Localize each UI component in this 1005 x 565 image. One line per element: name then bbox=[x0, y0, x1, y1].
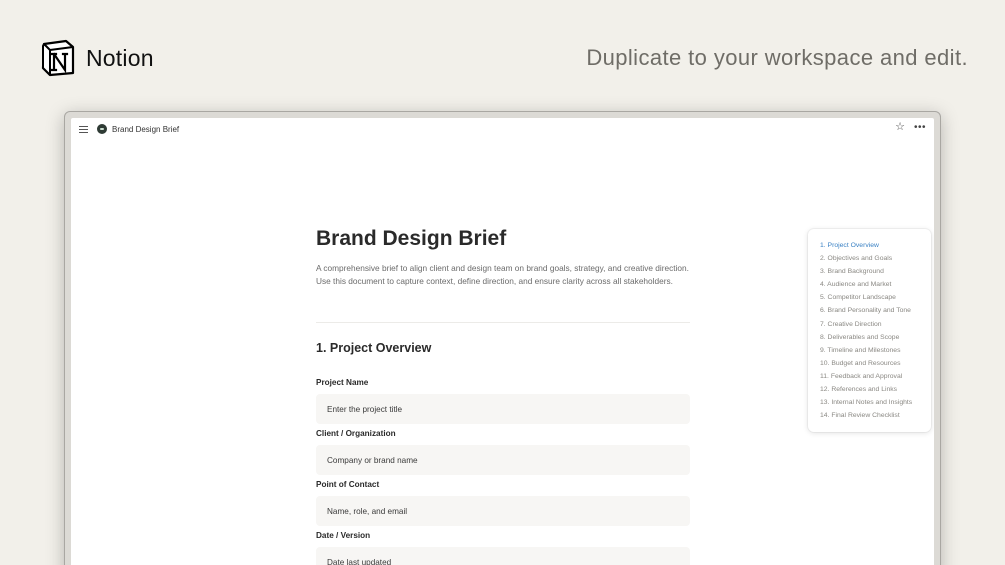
toc-item[interactable]: 13. Internal Notes and Insights bbox=[820, 396, 931, 409]
section-heading[interactable]: 1. Project Overview bbox=[316, 341, 431, 355]
toc-item[interactable]: 12. References and Links bbox=[820, 383, 931, 396]
more-icon[interactable]: ••• bbox=[914, 122, 926, 133]
toc-item[interactable]: 5. Competitor Landscape bbox=[820, 291, 931, 304]
toc-item[interactable]: 14. Final Review Checklist bbox=[820, 409, 931, 422]
page-title[interactable]: Brand Design Brief bbox=[316, 227, 506, 251]
date-field[interactable]: Date last updated bbox=[316, 547, 690, 565]
toc-item[interactable]: 1. Project Overview bbox=[820, 239, 931, 252]
toc-item[interactable]: 3. Brand Background bbox=[820, 265, 931, 278]
toc-item[interactable]: 10. Budget and Resources bbox=[820, 357, 931, 370]
project-name-field[interactable]: Enter the project title bbox=[316, 394, 690, 424]
toc-item[interactable]: 9. Timeline and Milestones bbox=[820, 344, 931, 357]
toc-item[interactable]: 8. Deliverables and Scope bbox=[820, 331, 931, 344]
star-icon[interactable]: ☆ bbox=[895, 122, 905, 133]
breadcrumb[interactable]: Brand Design Brief bbox=[112, 125, 179, 134]
toc-item[interactable]: 6. Brand Personality and Tone bbox=[820, 304, 931, 317]
tagline: Duplicate to your workspace and edit. bbox=[586, 45, 968, 70]
field-label-contact: Point of Contact bbox=[316, 480, 380, 489]
field-label-project-name: Project Name bbox=[316, 378, 369, 387]
field-label-date: Date / Version bbox=[316, 531, 371, 540]
toc-item[interactable]: 2. Objectives and Goals bbox=[820, 252, 931, 265]
menu-icon[interactable] bbox=[79, 125, 88, 133]
topbar: Brand Design Brief ☆ ••• bbox=[71, 118, 934, 140]
contact-field[interactable]: Name, role, and email bbox=[316, 496, 690, 526]
brand: Notion bbox=[38, 38, 154, 78]
toc-item[interactable]: 11. Feedback and Approval bbox=[820, 370, 931, 383]
app-window: Brand Design Brief ☆ ••• Brand Design Br… bbox=[64, 111, 941, 565]
toc-item[interactable]: 7. Creative Direction bbox=[820, 318, 931, 331]
notion-page: Brand Design Brief ☆ ••• Brand Design Br… bbox=[71, 118, 934, 565]
field-label-client: Client / Organization bbox=[316, 429, 396, 438]
table-of-contents: 1. Project Overview 2. Objectives and Go… bbox=[808, 229, 931, 433]
topbar-actions: ☆ ••• bbox=[895, 122, 926, 133]
client-field[interactable]: Company or brand name bbox=[316, 445, 690, 475]
notion-logo-icon bbox=[41, 39, 75, 77]
page-icon bbox=[97, 124, 107, 134]
brand-name: Notion bbox=[86, 44, 154, 71]
toc-item[interactable]: 4. Audience and Market bbox=[820, 278, 931, 291]
page-description[interactable]: A comprehensive brief to align client an… bbox=[316, 262, 690, 288]
divider bbox=[316, 322, 690, 323]
